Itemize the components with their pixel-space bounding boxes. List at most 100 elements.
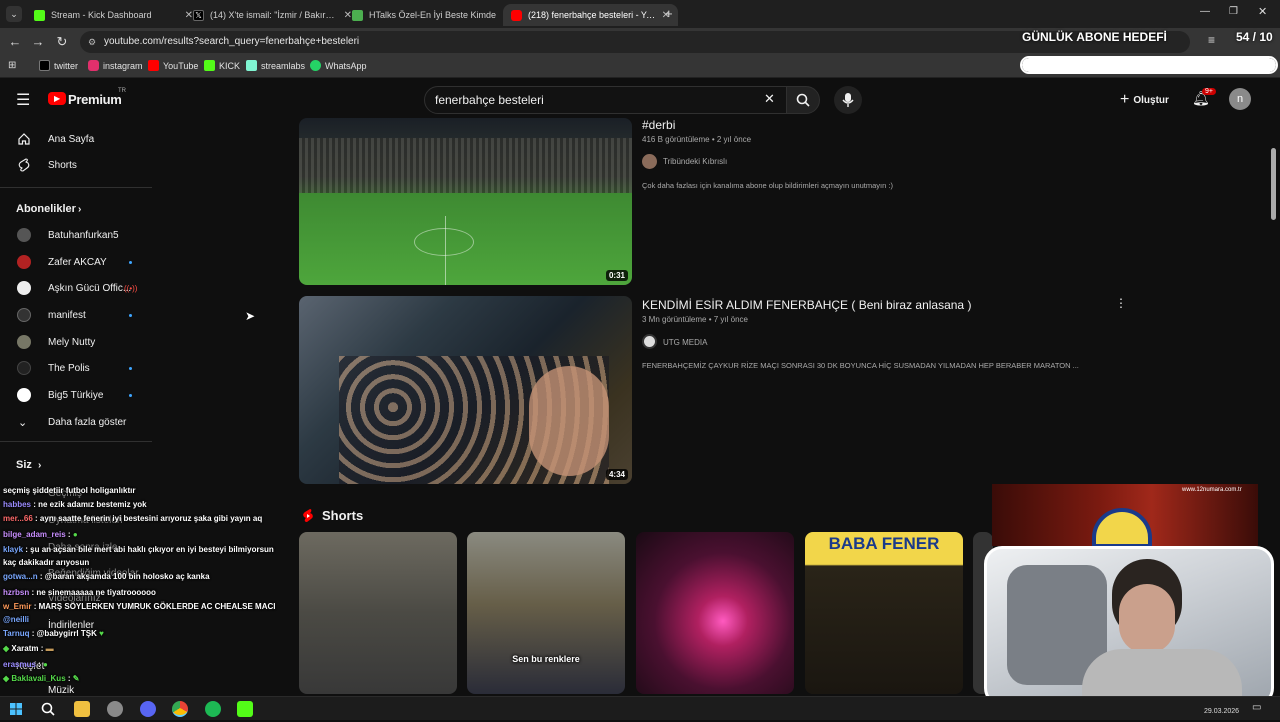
channel-name: The Polis xyxy=(48,362,90,374)
restore-icon[interactable]: ❐ xyxy=(1229,6,1238,17)
bookmark-twitter[interactable]: twitter xyxy=(39,60,78,71)
webcam-site-label: www.12numara.com.tr xyxy=(1182,487,1242,493)
create-button[interactable]: + Oluştur xyxy=(1120,88,1169,112)
short-card[interactable] xyxy=(636,532,794,694)
window-close-icon[interactable]: ✕ xyxy=(1258,5,1267,18)
sidebar-item-subscription[interactable]: Mely Nutty xyxy=(0,329,152,355)
bookmark-label: YouTube xyxy=(163,60,199,71)
tab-search-icon[interactable]: ⌄ xyxy=(6,6,22,22)
kick-app-icon[interactable] xyxy=(237,701,253,717)
you-header[interactable]: Siz › xyxy=(0,452,152,478)
tab-htalks[interactable]: HTalks Özel-En İyi Beste Kimde ✕ xyxy=(344,4,519,26)
clear-search-icon[interactable]: ✕ xyxy=(764,91,775,107)
notification-center-icon[interactable]: ▭ xyxy=(1252,702,1261,713)
reading-list-icon[interactable]: ≡ xyxy=(1208,33,1215,47)
chat-message: hzrbsn : ne sinemaaaaa ne tiyatroooooo xyxy=(3,588,156,597)
x-icon xyxy=(39,60,50,71)
sidebar-item-subscription[interactable]: Big5 Türkiye xyxy=(0,382,152,408)
tab-title: HTalks Özel-En İyi Beste Kimde xyxy=(369,10,497,20)
sidebar-item-home[interactable]: Ana Sayfa xyxy=(0,126,152,152)
chat-username: Baklavali_Kus xyxy=(11,674,66,683)
channel-name[interactable]: Tribündeki Kıbrıslı xyxy=(663,157,727,166)
forward-icon[interactable]: → xyxy=(30,34,46,50)
home-icon xyxy=(18,133,30,145)
new-content-dot xyxy=(129,366,132,370)
app-icon[interactable] xyxy=(107,701,123,717)
voice-search-button[interactable] xyxy=(834,86,862,114)
tab-kick-dashboard[interactable]: Stream - Kick Dashboard ✕ xyxy=(26,4,201,26)
video-thumbnail[interactable]: 0:31 xyxy=(299,118,632,285)
sidebar-item-subscription[interactable]: Batuhanfurkan5 xyxy=(0,222,152,248)
sidebar-divider xyxy=(0,441,152,442)
site-info-icon[interactable]: ⚙ xyxy=(88,31,96,53)
video-title[interactable]: #derbi xyxy=(642,118,675,132)
page-scrollbar[interactable] xyxy=(1271,148,1276,220)
file-explorer-icon[interactable] xyxy=(74,701,90,717)
x-icon: 𝕏 xyxy=(193,9,204,21)
mouse-cursor-icon: ➤ xyxy=(245,309,256,323)
chrome-icon[interactable] xyxy=(172,701,188,717)
youtube-icon xyxy=(148,60,159,71)
club-logo-icon xyxy=(1092,508,1152,548)
plus-icon: + xyxy=(1120,91,1130,108)
more-options-icon[interactable]: ⋮ xyxy=(1115,296,1127,310)
chat-text: kaç dakikadır arıyosun xyxy=(3,558,90,567)
chat-message: mer...66 : aynı saatte fenerin iyi beste… xyxy=(3,514,263,523)
subscriptions-header[interactable]: Abonelikler › xyxy=(0,196,152,222)
sheet-icon xyxy=(352,9,363,21)
short-card[interactable] xyxy=(299,532,457,694)
bookmark-streamlabs[interactable]: streamlabs xyxy=(246,60,305,71)
short-card[interactable]: Sen bu renklere xyxy=(467,532,625,694)
apps-grid-icon[interactable]: ⊞ xyxy=(8,60,16,71)
youtube-logo-text[interactable]: Premium xyxy=(68,92,122,107)
bookmark-youtube[interactable]: YouTube xyxy=(148,60,198,71)
search-input[interactable]: fenerbahçe besteleri xyxy=(424,86,790,114)
tab-youtube-search[interactable]: (218) fenerbahçe besteleri - YouTube ✕ xyxy=(503,4,678,26)
sidebar-item-subscription[interactable]: manifest xyxy=(0,302,152,328)
search-button[interactable] xyxy=(786,86,820,114)
spotify-icon[interactable] xyxy=(205,701,221,717)
reload-icon[interactable]: ↻ xyxy=(54,34,70,50)
person-face xyxy=(1119,584,1175,654)
chat-text: @babygirrl TŞK xyxy=(36,629,97,638)
bookmark-instagram[interactable]: instagram xyxy=(88,60,143,71)
new-tab-button[interactable]: + xyxy=(665,6,673,21)
chat-text: @baran akşamda 100 bin holosko aç kanka xyxy=(44,572,210,581)
badge-icon: ◆ xyxy=(3,644,10,653)
tab-x-post[interactable]: 𝕏 (14) X'te ismail: "İzmir / Bakırçay ✕ xyxy=(185,4,360,26)
video-thumbnail[interactable]: 4:34 xyxy=(299,296,632,484)
channel-avatar xyxy=(17,308,31,322)
youtube-logo-icon[interactable]: ▶ xyxy=(48,92,66,105)
emote-icon: ▬ xyxy=(45,644,54,653)
sidebar-item-subscription[interactable]: The Polis xyxy=(0,355,152,381)
discord-icon[interactable] xyxy=(140,701,156,717)
channel-avatar[interactable] xyxy=(642,154,657,169)
emote-icon: ● xyxy=(43,660,48,669)
start-icon[interactable] xyxy=(8,701,24,717)
bookmark-label: KICK xyxy=(219,60,241,71)
sidebar-item-shorts[interactable]: Shorts xyxy=(0,152,152,178)
channel-avatar xyxy=(17,281,31,295)
short-card[interactable]: BABA FENER xyxy=(805,532,963,694)
minimize-icon[interactable]: — xyxy=(1200,6,1210,17)
search-icon[interactable] xyxy=(40,701,56,717)
video-meta: 416 B görüntüleme • 2 yıl önce xyxy=(642,135,752,144)
sidebar-item-show-more[interactable]: ⌄ Daha fazla göster xyxy=(0,409,152,435)
account-avatar[interactable]: n xyxy=(1229,88,1251,110)
channel-name[interactable]: UTG MEDIA xyxy=(663,338,707,347)
bookmark-whatsapp[interactable]: WhatsApp xyxy=(310,60,367,71)
search-value: fenerbahçe besteleri xyxy=(435,93,544,107)
chat-message: Tarnuq : @babygirrl TŞK ♥ xyxy=(3,629,104,638)
channel-avatar[interactable] xyxy=(642,334,657,349)
chat-text: ne ezik adamız bestemiz yok xyxy=(38,500,147,509)
sidebar-item-subscription[interactable]: Zafer AKCAY xyxy=(0,249,152,275)
streamlabs-icon xyxy=(246,60,257,71)
sidebar-item-subscription[interactable]: Aşkın Gücü Offic... ((•)) xyxy=(0,275,152,301)
chat-message: w_Emir : MARŞ SÖYLERKEN YUMRUK GÖKLERDE … xyxy=(3,602,276,611)
menu-icon[interactable]: ☰ xyxy=(16,90,30,110)
bookmark-kick[interactable]: KICK xyxy=(204,60,240,71)
back-icon[interactable]: ← xyxy=(7,34,23,50)
browser-tab-strip: ⌄ Stream - Kick Dashboard ✕ 𝕏 (14) X'te … xyxy=(0,0,1280,28)
video-title[interactable]: KENDİMİ ESİR ALDIM FENERBAHÇE ( Beni bir… xyxy=(642,298,971,312)
pitch-circle xyxy=(414,228,474,256)
